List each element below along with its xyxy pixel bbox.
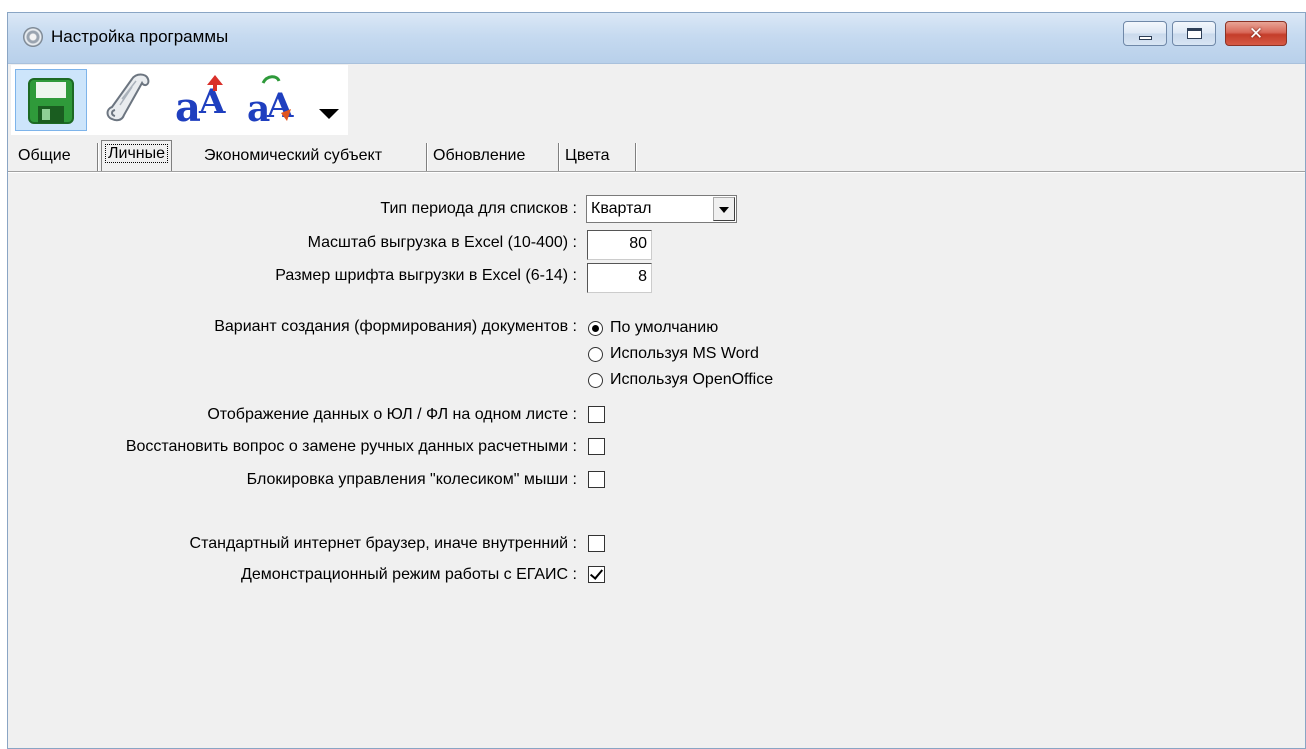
dropdown-arrow-icon[interactable] bbox=[317, 105, 343, 123]
radio-unselected-icon bbox=[588, 372, 603, 388]
font-decrease-icon: a A bbox=[247, 75, 294, 130]
wheel-lock-checkbox[interactable] bbox=[588, 471, 605, 488]
window-title: Настройка программы bbox=[51, 27, 229, 46]
tab-strip: Общие Личные Экономический субъект Обнов… bbox=[8, 139, 1305, 171]
toolbar: a A a A bbox=[11, 65, 348, 135]
font-decrease-button[interactable]: a A bbox=[243, 69, 315, 131]
tab-economic-entity[interactable]: Экономический субъект bbox=[204, 143, 382, 169]
maximize-icon bbox=[1186, 28, 1202, 39]
excel-font-size-input[interactable]: 8 bbox=[587, 263, 652, 293]
doc-variant-option-label: По умолчанию bbox=[610, 319, 719, 336]
std-browser-checkbox[interactable] bbox=[588, 535, 605, 552]
svg-text:A: A bbox=[266, 86, 294, 126]
excel-font-size-label: Размер шрифта выгрузки в Excel (6-14) : bbox=[275, 267, 577, 284]
wheel-lock-label: Блокировка управления "колесиком" мыши : bbox=[246, 471, 577, 488]
maximize-button[interactable] bbox=[1172, 21, 1216, 46]
doc-variant-default-radio[interactable]: По умолчанию bbox=[588, 317, 718, 339]
save-button[interactable] bbox=[15, 69, 87, 131]
period-type-label: Тип периода для списков : bbox=[380, 200, 577, 217]
std-browser-label: Стандартный интернет браузер, иначе внут… bbox=[189, 535, 577, 552]
tab-personal-label: Личные bbox=[104, 144, 169, 163]
title-bar[interactable]: Настройка программы ✕ bbox=[8, 13, 1305, 64]
doc-variant-option-label: Используя OpenOffice bbox=[610, 371, 774, 388]
minimize-icon bbox=[1138, 35, 1152, 40]
app-gear-icon bbox=[23, 27, 43, 47]
close-button[interactable]: ✕ bbox=[1225, 21, 1287, 46]
excel-scale-label: Масштаб выгрузка в Excel (10-400) : bbox=[307, 234, 577, 251]
font-increase-icon: a A bbox=[175, 75, 226, 131]
tab-separator bbox=[426, 143, 428, 171]
script-icon bbox=[106, 73, 150, 122]
svg-text:a: a bbox=[175, 84, 201, 131]
radio-selected-icon bbox=[588, 320, 603, 336]
minimize-button[interactable] bbox=[1123, 21, 1167, 46]
close-icon: ✕ bbox=[1248, 23, 1264, 44]
personal-settings-panel: Тип периода для списков : Квартал Масшта… bbox=[8, 173, 1305, 748]
tab-separator bbox=[635, 143, 637, 171]
doc-variant-openoffice-radio[interactable]: Используя OpenOffice bbox=[588, 369, 773, 391]
radio-unselected-icon bbox=[588, 346, 603, 362]
tab-general[interactable]: Общие bbox=[18, 143, 71, 169]
doc-variant-label: Вариант создания (формирования) документ… bbox=[214, 318, 577, 335]
tab-colors[interactable]: Цвета bbox=[565, 143, 610, 169]
restore-question-checkbox[interactable] bbox=[588, 438, 605, 455]
egais-demo-checkbox[interactable] bbox=[588, 566, 605, 583]
settings-window: Настройка программы ✕ a A a A Общие Личн… bbox=[7, 12, 1306, 749]
doc-variant-msword-radio[interactable]: Используя MS Word bbox=[588, 343, 759, 365]
tab-separator bbox=[97, 143, 99, 171]
restore-question-label: Восстановить вопрос о замене ручных данн… bbox=[125, 438, 577, 455]
period-type-select[interactable]: Квартал bbox=[586, 195, 737, 223]
font-increase-button[interactable]: a A bbox=[171, 69, 243, 131]
tab-personal[interactable]: Личные bbox=[101, 140, 173, 171]
tab-separator bbox=[558, 143, 560, 171]
chevron-down-icon[interactable] bbox=[713, 197, 735, 221]
excel-scale-input[interactable]: 80 bbox=[587, 230, 652, 260]
save-icon bbox=[28, 78, 74, 124]
show-ul-fl-label: Отображение данных о ЮЛ / ФЛ на одном ли… bbox=[207, 406, 577, 423]
script-button[interactable] bbox=[92, 69, 164, 131]
tab-update[interactable]: Обновление bbox=[433, 143, 525, 169]
doc-variant-option-label: Используя MS Word bbox=[610, 345, 759, 362]
show-ul-fl-checkbox[interactable] bbox=[588, 406, 605, 423]
svg-text:A: A bbox=[198, 82, 226, 122]
period-type-value: Квартал bbox=[591, 200, 652, 217]
egais-demo-label: Демонстрационный режим работы с ЕГАИС : bbox=[241, 566, 577, 583]
